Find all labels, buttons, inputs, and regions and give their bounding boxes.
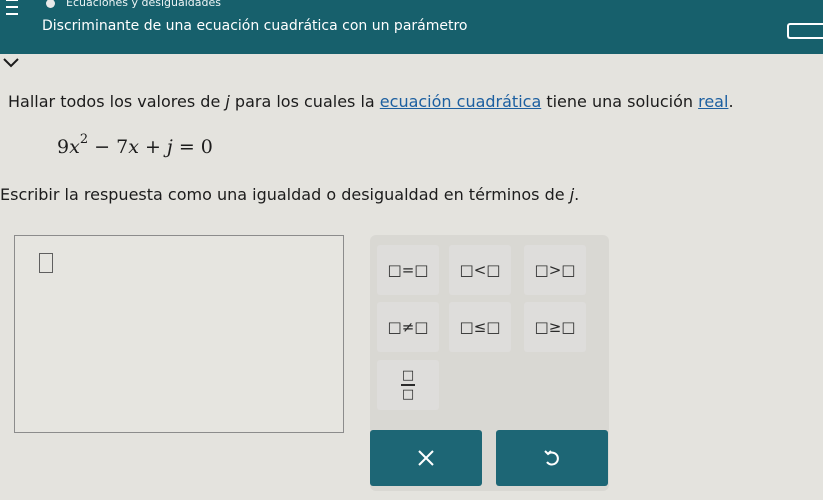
instruction-text-middle: para los cuales la xyxy=(229,92,380,111)
expand-chevron-icon[interactable] xyxy=(0,54,30,76)
status-dot-icon xyxy=(46,0,55,8)
equation-var-x: x xyxy=(69,136,80,158)
greater-or-equal-key[interactable]: □≥□ xyxy=(524,302,586,352)
problem-instruction: Hallar todos los valores de j para los c… xyxy=(8,92,734,111)
answer-placeholder-slot[interactable] xyxy=(39,253,53,273)
course-title: Ecuaciones y desigualdades xyxy=(66,0,222,9)
instruction-text-after: tiene una solución xyxy=(541,92,699,111)
less-or-equal-key[interactable]: □≤□ xyxy=(449,302,511,352)
fraction-key[interactable]: □ □ xyxy=(377,360,439,410)
less-than-key[interactable]: □<□ xyxy=(449,245,511,295)
real-solution-link[interactable]: real xyxy=(698,92,728,111)
answer-instruction: Escribir la respuesta como una igualdad … xyxy=(0,185,579,204)
equation-coef-b: 7 xyxy=(116,136,129,158)
equation-exponent: 2 xyxy=(79,132,89,147)
problem-title: Discriminante de una ecuación cuadrática… xyxy=(42,18,468,34)
fraction-numerator: □ xyxy=(401,368,415,383)
undo-button[interactable] xyxy=(496,430,608,486)
answer-input-box[interactable] xyxy=(14,235,344,433)
header-bar: Ecuaciones y desigualdades Discriminante… xyxy=(0,0,823,54)
progress-indicator xyxy=(787,23,823,39)
quadratic-equation: 9x2 − 7x + j = 0 xyxy=(57,132,213,158)
math-palette: □=□ □<□ □>□ □≠□ □≤□ □≥□ □ □ xyxy=(370,235,609,491)
greater-than-key[interactable]: □>□ xyxy=(524,245,586,295)
fraction-icon: □ □ xyxy=(401,368,415,402)
menu-icon[interactable] xyxy=(6,0,18,18)
answer-instruction-text: Escribir la respuesta como una igualdad … xyxy=(0,185,570,204)
equation-op-plus: + xyxy=(138,136,167,158)
not-equal-key[interactable]: □≠□ xyxy=(377,302,439,352)
fraction-denominator: □ xyxy=(401,387,415,402)
answer-instruction-end: . xyxy=(574,185,580,204)
equation-coef-a: 9 xyxy=(57,136,70,158)
equals-key[interactable]: □=□ xyxy=(377,245,439,295)
equation-var-x-linear: x xyxy=(128,136,139,158)
equation-op-minus: − xyxy=(88,136,117,158)
fraction-bar xyxy=(401,384,415,386)
clear-button[interactable] xyxy=(370,430,482,486)
instruction-text-end: . xyxy=(728,92,734,111)
quadratic-equation-link[interactable]: ecuación cuadrática xyxy=(380,92,541,111)
undo-icon xyxy=(544,450,559,466)
close-icon xyxy=(418,450,434,466)
instruction-text-start: Hallar todos los valores de xyxy=(8,92,226,111)
equation-rhs: = 0 xyxy=(172,136,213,158)
